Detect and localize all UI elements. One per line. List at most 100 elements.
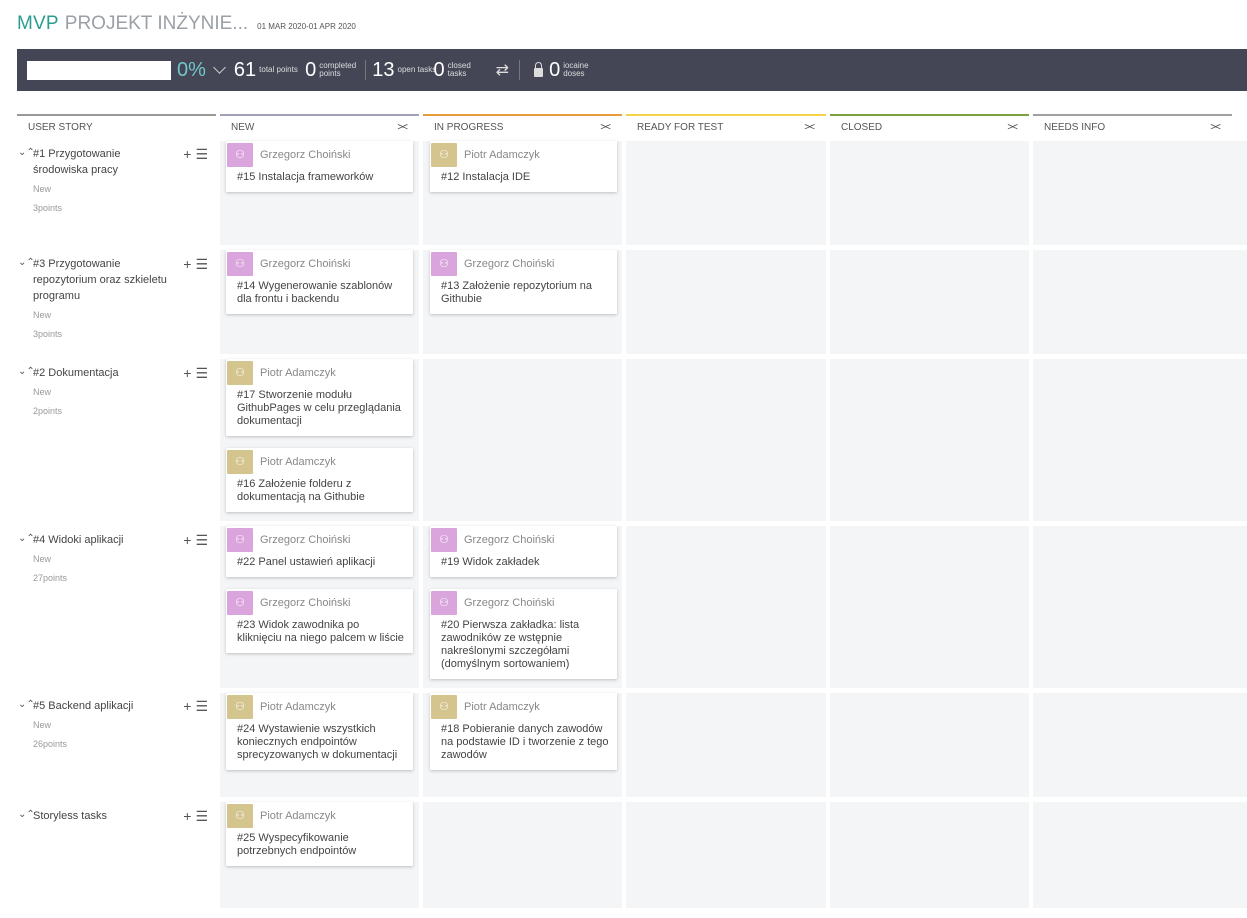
avatar[interactable]: ⚇ <box>431 590 457 615</box>
task-card[interactable]: ⚇ Grzegorz Choiński #20 Pierwsza zakładka… <box>430 589 617 679</box>
task-title[interactable]: #22 Panel ustawień aplikacji <box>226 553 413 577</box>
task-card[interactable]: ⚇ Grzegorz Choiński #13 Założenie repozyt… <box>430 250 617 314</box>
lane-cell <box>626 693 826 797</box>
fold-column-icon[interactable]: >< <box>1007 122 1018 133</box>
task-card[interactable]: ⚇ Grzegorz Choiński #22 Panel ustawień ap… <box>226 526 413 577</box>
task-title[interactable]: #12 Instalacja IDE <box>430 168 617 192</box>
task-title[interactable]: #25 Wyspecyfikowanie potrzebnych endpoin… <box>226 829 413 866</box>
story-status[interactable]: New <box>33 384 173 400</box>
progress-bar <box>27 60 171 80</box>
add-task-and-bulk-icons[interactable]: +☰ <box>183 365 212 382</box>
assignee-name[interactable]: Piotr Adamczyk <box>260 810 336 822</box>
task-title[interactable]: #23 Widok zawodnika po kliknięciu na nie… <box>226 616 413 653</box>
avatar[interactable]: ⚇ <box>431 694 457 719</box>
task-title[interactable]: #17 Stworzenie modułu GithubPages w celu… <box>226 386 413 436</box>
task-title[interactable]: #19 Widok zakładek <box>430 553 617 577</box>
chevron-down-icon[interactable] <box>213 61 226 74</box>
avatar[interactable]: ⚇ <box>227 449 253 474</box>
avatar[interactable]: ⚇ <box>227 360 253 385</box>
swap-arrows-icon[interactable]: ⇄ <box>496 60 509 80</box>
user-story-row[interactable]: ⌄⌃ Storyless tasks +☰ <box>17 803 215 903</box>
fold-column-icon[interactable]: >< <box>804 122 815 133</box>
lane-cell <box>830 693 1029 797</box>
story-status[interactable]: New <box>33 551 173 567</box>
lane-cell <box>626 526 826 688</box>
lane-cell <box>830 359 1029 521</box>
task-card[interactable]: ⚇ Grzegorz Choiński #14 Wygenerowanie sza… <box>226 250 413 314</box>
task-title[interactable]: #13 Założenie repozytorium na Githubie <box>430 277 617 314</box>
avatar[interactable]: ⚇ <box>431 527 457 552</box>
story-status[interactable]: New <box>33 181 173 197</box>
assignee-name[interactable]: Piotr Adamczyk <box>260 701 336 713</box>
task-title[interactable]: #14 Wygenerowanie szablonów dla frontu i… <box>226 277 413 314</box>
project-name[interactable]: PROJEKT INŻYNIE... <box>65 13 248 35</box>
avatar[interactable]: ⚇ <box>227 590 253 615</box>
task-card[interactable]: ⚇ Piotr Adamczyk #17 Stworzenie modułu Gi… <box>226 359 413 436</box>
avatar[interactable]: ⚇ <box>431 251 457 276</box>
task-card[interactable]: ⚇ Grzegorz Choiński #15 Instalacja framew… <box>226 141 413 192</box>
fold-column-icon[interactable]: >< <box>600 122 611 133</box>
task-card[interactable]: ⚇ Grzegorz Choiński #23 Widok zawodnika p… <box>226 589 413 653</box>
task-title[interactable]: #24 Wystawienie wszystkich koniecznych e… <box>226 720 413 770</box>
assignee-name[interactable]: Grzegorz Choiński <box>464 597 554 609</box>
assignee-name[interactable]: Grzegorz Choiński <box>260 597 350 609</box>
completed-points-stat: 0 completed points <box>305 58 357 81</box>
task-card[interactable]: ⚇ Piotr Adamczyk #24 Wystawienie wszystki… <box>226 693 413 770</box>
task-title[interactable]: #16 Założenie folderu z dokumentacją na … <box>226 475 413 512</box>
story-title[interactable]: #4 Widoki aplikacji <box>33 534 123 546</box>
story-title[interactable]: #3 Przygotowanie repozytorium oraz szkie… <box>33 258 167 302</box>
sprint-stats-bar: 0% 61 total points 0 completed points 13… <box>17 49 1247 91</box>
user-story-row[interactable]: ⌄⌃ #1 Przygotowanie środowiska pracy New… <box>17 141 215 241</box>
add-task-and-bulk-icons[interactable]: +☰ <box>183 808 212 825</box>
assignee-name[interactable]: Piotr Adamczyk <box>260 456 336 468</box>
avatar[interactable]: ⚇ <box>227 251 253 276</box>
assignee-name[interactable]: Grzegorz Choiński <box>260 534 350 546</box>
assignee-name[interactable]: Grzegorz Choiński <box>260 258 350 270</box>
story-points: 27points <box>33 573 68 583</box>
task-card[interactable]: ⚇ Piotr Adamczyk #18 Pobieranie danych za… <box>430 693 617 770</box>
lane-cell <box>626 802 826 908</box>
add-task-and-bulk-icons[interactable]: +☰ <box>183 146 212 163</box>
avatar[interactable]: ⚇ <box>431 142 457 167</box>
total-points-stat: 61 total points <box>233 58 298 81</box>
user-story-row[interactable]: ⌄⌃ #3 Przygotowanie repozytorium oraz sz… <box>17 251 215 351</box>
fold-column-icon[interactable]: >< <box>1210 122 1221 133</box>
open-tasks-stat: 13 open tasks <box>372 58 437 81</box>
assignee-name[interactable]: Grzegorz Choiński <box>464 534 554 546</box>
add-task-and-bulk-icons[interactable]: +☰ <box>183 256 212 273</box>
assignee-name[interactable]: Grzegorz Choiński <box>464 258 554 270</box>
story-title[interactable]: #2 Dokumentacja <box>33 367 119 379</box>
task-card[interactable]: ⚇ Piotr Adamczyk #25 Wyspecyfikowanie pot… <box>226 802 413 866</box>
user-story-row[interactable]: ⌄⌃ #4 Widoki aplikacji New 27points +☰ <box>17 527 215 627</box>
assignee-name[interactable]: Piotr Adamczyk <box>464 701 540 713</box>
add-task-and-bulk-icons[interactable]: +☰ <box>183 698 212 715</box>
lane-cell <box>423 359 622 521</box>
story-status[interactable]: New <box>33 307 173 323</box>
story-status[interactable]: New <box>33 717 173 733</box>
avatar[interactable]: ⚇ <box>227 527 253 552</box>
story-title[interactable]: #1 Przygotowanie środowiska pracy <box>33 148 120 176</box>
project-prefix[interactable]: MVP <box>17 13 59 35</box>
assignee-name[interactable]: Piotr Adamczyk <box>260 367 336 379</box>
task-card[interactable]: ⚇ Piotr Adamczyk #12 Instalacja IDE <box>430 141 617 192</box>
assignee-name[interactable]: Grzegorz Choiński <box>260 149 350 161</box>
story-title[interactable]: #5 Backend aplikacji <box>33 700 133 712</box>
task-card[interactable]: ⚇ Piotr Adamczyk #16 Założenie folderu z … <box>226 448 413 512</box>
lane-cell <box>1033 250 1247 354</box>
user-story-row[interactable]: ⌄⌃ #5 Backend aplikacji New 26points +☰ <box>17 693 215 793</box>
task-card[interactable]: ⚇ Grzegorz Choiński #19 Widok zakładek <box>430 526 617 577</box>
divider <box>365 60 367 80</box>
task-title[interactable]: #15 Instalacja frameworków <box>226 168 413 192</box>
story-title[interactable]: Storyless tasks <box>33 810 107 822</box>
avatar[interactable]: ⚇ <box>227 694 253 719</box>
avatar[interactable]: ⚇ <box>227 142 253 167</box>
avatar[interactable]: ⚇ <box>227 803 253 828</box>
task-title[interactable]: #20 Pierwsza zakładka: lista zawodników … <box>430 616 617 679</box>
add-task-and-bulk-icons[interactable]: +☰ <box>183 532 212 549</box>
story-points: 3points <box>33 329 63 339</box>
assignee-name[interactable]: Piotr Adamczyk <box>464 149 540 161</box>
task-title[interactable]: #18 Pobieranie danych zawodów na podstaw… <box>430 720 617 770</box>
fold-column-icon[interactable]: >< <box>397 122 408 133</box>
user-story-row[interactable]: ⌄⌃ #2 Dokumentacja New 2points +☰ <box>17 360 215 460</box>
column-header-in-progress: IN PROGRESS >< <box>423 114 622 139</box>
